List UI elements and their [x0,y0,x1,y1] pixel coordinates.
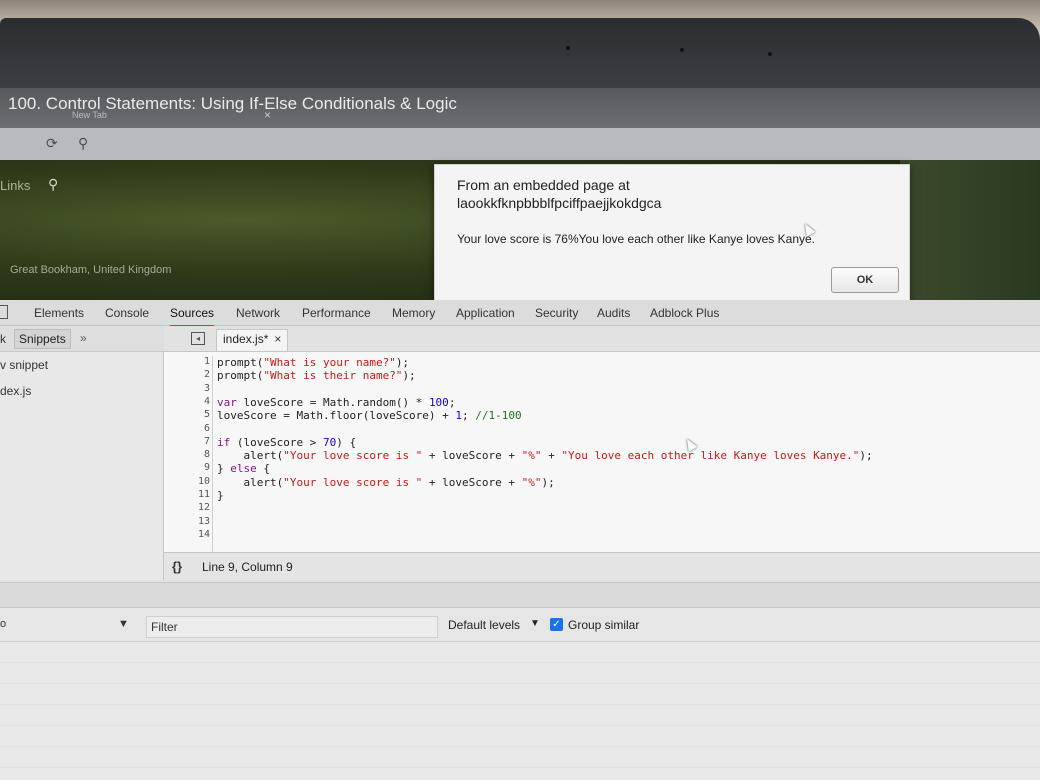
camera-dot [768,52,772,56]
tab-console[interactable]: Console [105,306,149,320]
tab-performance[interactable]: Performance [302,306,371,320]
devtools-tabbar: Elements Console Sources Network Perform… [0,300,1040,327]
laptop-bezel [0,18,1040,90]
sources-navigator: k Snippets » ⋮ v snippet dex.js [0,326,173,580]
snippet-file-item[interactable]: dex.js [0,384,31,398]
dialog-origin-text: From an embedded page at [457,177,630,193]
tab-audits[interactable]: Audits [597,306,630,320]
links-label[interactable]: Links [0,178,30,193]
browser-toolbar: ⟳ ⚲ [0,128,1040,160]
file-tab-label: index.js* [223,332,269,346]
code-editor: ◂ index.js* × 1 2 3 4 5 6 7 8 9 10 11 12 … [164,326,1040,580]
line-number[interactable]: 3 [194,383,210,394]
navigator-header: k Snippets » ⋮ [0,326,173,352]
dock-icon[interactable] [0,305,8,319]
line-number[interactable]: 2 [194,369,210,380]
line-number[interactable]: 1 [194,356,210,367]
background-photo-edge [900,160,1040,306]
camera-dot [680,48,684,52]
line-number[interactable]: 10 [194,476,210,487]
code-line-1: prompt("What is your name?"); [217,356,410,369]
tab-new-tab[interactable]: New Tab [72,110,107,120]
code-line-8: alert("Your love score is " + loveScore … [217,449,873,463]
editor-tabbar: ◂ index.js* × [164,326,1040,352]
console-drawer-header [0,582,1040,608]
code-text-area[interactable]: prompt("What is your name?"); prompt("Wh… [212,356,1032,574]
code-line-7: if (loveScore > 70) { [217,435,357,449]
line-number[interactable]: 12 [194,502,210,513]
navigator-tab-partial[interactable]: k [0,332,6,346]
code-line-4: var loveScore = Math.random() * 100; [217,395,456,409]
more-tabs-icon[interactable]: » [80,331,87,345]
window-titlebar: 100. Control Statements: Using If-Else C… [0,88,1040,128]
tab-close-icon[interactable]: × [264,108,271,122]
default-levels-dropdown[interactable]: Default levels [448,618,520,632]
tab-adblock-plus[interactable]: Adblock Plus [650,306,719,320]
line-number[interactable]: 13 [194,516,210,527]
code-line-5: loveScore = Math.floor(loveScore) + 1; /… [217,409,522,423]
dialog-origin-id: laookkfknpbbblfpciffpaejjkokdgca [457,195,662,211]
reload-icon[interactable]: ⟳ [46,135,58,152]
console-filter-input[interactable]: Filter [146,616,438,638]
line-number[interactable]: 6 [194,423,210,434]
photo-location: Great Bookham, United Kingdom [10,264,172,276]
page-search-icon[interactable]: ⚲ [48,176,58,193]
camera-dot [566,46,570,50]
code-line-2: prompt("What is their name?"); [217,369,416,383]
tab-snippets[interactable]: Snippets [14,329,71,349]
code-line-10: alert("Your love score is " + loveScore … [217,475,555,489]
code-line-11: } [217,489,224,502]
tab-network[interactable]: Network [236,306,280,320]
devtools-panel: Elements Console Sources Network Perform… [0,300,1040,780]
tab-sources[interactable]: Sources [170,306,215,327]
toggle-navigator-icon[interactable]: ◂ [191,332,205,345]
tab-memory[interactable]: Memory [392,306,435,320]
close-file-icon[interactable]: × [274,332,281,346]
cursor-position: Line 9, Column 9 [202,560,293,574]
code-line-9: } else { [217,462,270,476]
console-toolbar: o ▼ Filter Default levels ▼ ✓ Group simi… [0,608,1040,642]
editor-statusbar: {} Line 9, Column 9 [164,552,1040,580]
tab-elements[interactable]: Elements [34,306,84,320]
console-context-partial[interactable]: o [0,618,6,630]
line-number[interactable]: 11 [194,489,210,500]
line-number[interactable]: 5 [194,409,210,420]
line-number[interactable]: 7 [194,436,210,447]
line-number[interactable]: 8 [194,449,210,460]
line-number-gutter: 1 2 3 4 5 6 7 8 9 10 11 12 13 14 [194,356,210,574]
pretty-print-icon[interactable]: {} [172,559,182,574]
context-dropdown-icon[interactable]: ▼ [118,618,129,630]
tab-application[interactable]: Application [456,306,515,320]
levels-chevron-icon[interactable]: ▼ [530,618,540,629]
console-output[interactable] [0,642,1040,780]
dialog-message: Your love score is 76%You love each othe… [457,232,816,246]
line-number[interactable]: 14 [194,529,210,540]
search-icon[interactable]: ⚲ [78,135,88,152]
group-similar-label[interactable]: Group similar [568,618,639,632]
ok-button[interactable]: OK [831,267,899,293]
line-number[interactable]: 4 [194,396,210,407]
new-snippet-item[interactable]: v snippet [0,358,48,372]
file-tab-index-js[interactable]: index.js* × [216,329,289,351]
group-similar-checkbox[interactable]: ✓ [550,618,563,631]
alert-dialog: From an embedded page at laookkfknpbbblf… [434,164,910,310]
tab-security[interactable]: Security [535,306,578,320]
line-number[interactable]: 9 [194,462,210,473]
